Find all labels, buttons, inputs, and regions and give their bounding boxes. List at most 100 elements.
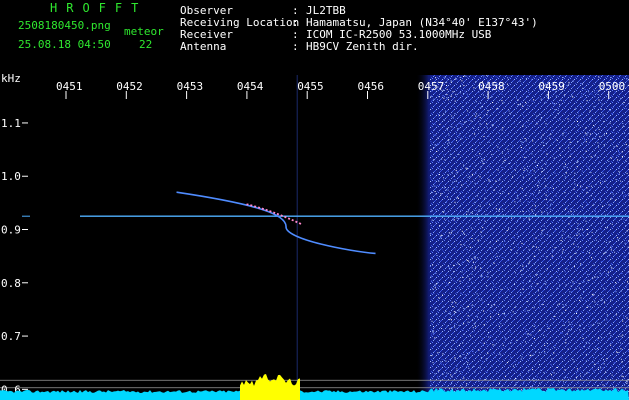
noise-speck (601, 218, 603, 220)
noise-speck (564, 176, 566, 178)
noise-speck (464, 269, 466, 271)
noise-speck (439, 161, 441, 163)
noise-speck (550, 295, 552, 297)
noise-speck (555, 345, 556, 346)
noise-speck (533, 194, 534, 196)
noise-speck (467, 362, 469, 364)
noise-speck (582, 229, 584, 231)
noise-speck (542, 142, 544, 144)
noise-speck (581, 83, 583, 85)
noise-speck (620, 335, 622, 337)
field-value-location: Hamamatsu, Japan (N34°40' E137°43') (306, 16, 538, 29)
noise-speck (566, 333, 568, 335)
noise-speck (619, 279, 621, 281)
noise-speck (499, 353, 501, 355)
noise-speck (521, 242, 523, 244)
noise-speck (432, 332, 434, 334)
noise-speck (447, 129, 448, 131)
noise-speck (595, 184, 597, 186)
noise-speck (545, 283, 547, 285)
noise-speck (531, 345, 532, 346)
noise-speck (478, 298, 480, 300)
noise-speck (450, 80, 452, 82)
noise-speck (454, 358, 456, 360)
noise-speck (514, 191, 516, 193)
noise-speck (451, 319, 452, 321)
noise-speck (466, 93, 468, 95)
noise-speck (529, 178, 531, 180)
noise-speck (609, 255, 611, 257)
noise-speck (546, 117, 548, 119)
noise-speck (528, 262, 530, 264)
noise-speck (610, 249, 612, 251)
noise-speck (622, 376, 624, 378)
noise-speck (567, 348, 569, 350)
noise-speck (605, 242, 607, 243)
noise-speck (458, 136, 460, 138)
noise-speck (506, 230, 508, 232)
noise-speck (614, 218, 616, 220)
noise-speck (458, 310, 460, 312)
noise-speck (462, 277, 464, 278)
noise-speck (525, 195, 527, 196)
noise-speck (517, 260, 519, 262)
noise-speck (618, 268, 620, 270)
noise-speck (510, 314, 512, 316)
noise-speck (561, 332, 563, 334)
noise-speck (471, 238, 473, 239)
noise-speck (486, 202, 488, 204)
noise-speck (539, 364, 540, 366)
noise-speck (510, 356, 512, 358)
noise-speck (545, 185, 547, 187)
noise-speck (512, 199, 514, 201)
noise-speck (516, 252, 518, 254)
noise-speck (570, 153, 572, 155)
noise-speck (604, 386, 606, 387)
noise-speck (491, 153, 493, 155)
noise-speck (429, 177, 431, 179)
noise-speck (483, 219, 485, 221)
noise-speck (562, 304, 564, 305)
noise-speck (557, 109, 559, 111)
noise-speck (556, 140, 558, 141)
noise-speck (582, 267, 584, 269)
noise-speck (533, 325, 535, 327)
noise-speck (436, 314, 438, 316)
noise-speck (511, 217, 513, 219)
noise-speck (459, 344, 460, 346)
noise-speck (475, 173, 477, 174)
noise-speck (531, 122, 532, 124)
noise-speck (467, 176, 469, 178)
noise-speck (601, 337, 603, 339)
noise-speck (565, 339, 567, 341)
noise-speck (578, 297, 580, 299)
noise-speck (613, 146, 615, 148)
noise-speck (486, 320, 488, 322)
noise-speck (478, 129, 480, 131)
noise-speck (434, 144, 436, 146)
noise-speck (435, 272, 437, 274)
noise-speck (512, 236, 514, 238)
noise-speck (507, 77, 509, 79)
noise-speck (563, 166, 565, 168)
noise-speck (602, 113, 604, 115)
noise-speck (541, 160, 543, 162)
noise-speck (581, 93, 583, 95)
noise-speck (622, 352, 624, 354)
noise-speck (578, 230, 580, 232)
noise-speck (534, 338, 535, 340)
noise-speck (441, 358, 443, 360)
noise-speck (569, 323, 571, 325)
noise-speck (520, 344, 522, 346)
noise-speck (451, 383, 453, 385)
noise-speck (484, 220, 486, 222)
noise-speck (606, 133, 607, 135)
noise-speck (468, 196, 469, 198)
noise-speck (522, 105, 524, 107)
noise-speck (613, 129, 615, 131)
noise-speck (530, 287, 532, 289)
noise-speck (489, 247, 491, 249)
noise-speck (479, 153, 481, 155)
noise-speck (559, 154, 561, 156)
noise-speck (464, 233, 466, 235)
